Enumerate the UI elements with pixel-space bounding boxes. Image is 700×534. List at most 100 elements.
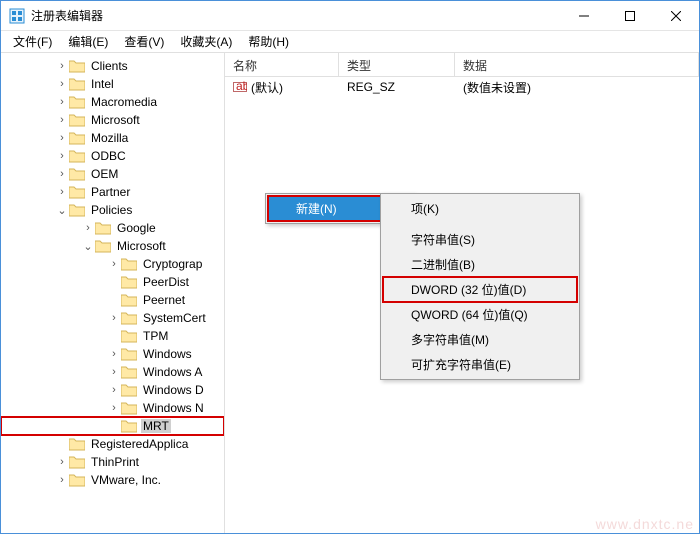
folder-icon <box>121 275 137 289</box>
menubar: 文件(F) 编辑(E) 查看(V) 收藏夹(A) 帮助(H) <box>1 31 699 53</box>
tree-pane[interactable]: ›Clients ›Intel ›Macromedia ›Microsoft ›… <box>1 53 225 533</box>
folder-icon <box>121 347 137 361</box>
expand-icon[interactable]: › <box>107 312 121 324</box>
expand-icon[interactable] <box>107 330 121 342</box>
menu-view[interactable]: 查看(V) <box>116 31 172 52</box>
folder-icon <box>121 419 137 433</box>
folder-icon <box>69 95 85 109</box>
expand-icon[interactable] <box>107 294 121 306</box>
folder-icon <box>121 383 137 397</box>
tree-item-registeredapplica[interactable]: RegisteredApplica <box>1 435 224 453</box>
value-type: REG_SZ <box>339 80 455 94</box>
tree-item-cryptograp[interactable]: ›Cryptograp <box>1 255 224 273</box>
expand-icon[interactable] <box>107 276 121 288</box>
menu-edit[interactable]: 编辑(E) <box>60 31 116 52</box>
svg-text:ab: ab <box>236 80 247 93</box>
tree-item-mozilla[interactable]: ›Mozilla <box>1 129 224 147</box>
expand-icon[interactable] <box>55 438 69 450</box>
folder-icon <box>69 473 85 487</box>
folder-icon <box>69 455 85 469</box>
tree-item-intel[interactable]: ›Intel <box>1 75 224 93</box>
tree-item-microsoft[interactable]: ›Microsoft <box>1 111 224 129</box>
folder-icon <box>69 149 85 163</box>
folder-icon <box>69 131 85 145</box>
list-row-default[interactable]: ab (默认) REG_SZ (数值未设置) <box>225 77 699 97</box>
maximize-button[interactable] <box>607 1 653 31</box>
list-pane[interactable]: 名称 类型 数据 ab (默认) REG_SZ (数值未设置) 新建(N) ▸ <box>225 53 699 533</box>
submenu-binary[interactable]: 二进制值(B) <box>383 252 577 277</box>
expand-icon[interactable]: › <box>107 348 121 360</box>
tree-item-clients[interactable]: ›Clients <box>1 57 224 75</box>
expand-icon[interactable]: › <box>55 60 69 72</box>
folder-icon <box>121 311 137 325</box>
folder-icon <box>69 59 85 73</box>
tree-item-tpm[interactable]: TPM <box>1 327 224 345</box>
expand-icon[interactable]: › <box>55 186 69 198</box>
folder-icon <box>69 77 85 91</box>
col-data[interactable]: 数据 <box>455 53 699 76</box>
tree-item-mrt[interactable]: MRT <box>1 417 224 435</box>
submenu-key[interactable]: 项(K) <box>383 196 577 221</box>
col-name[interactable]: 名称 <box>225 53 339 76</box>
close-button[interactable] <box>653 1 699 31</box>
expand-icon[interactable]: › <box>107 258 121 270</box>
tree-item-systemcert[interactable]: ›SystemCert <box>1 309 224 327</box>
context-submenu-new: 项(K) 字符串值(S) 二进制值(B) DWORD (32 位)值(D) QW… <box>380 193 580 380</box>
expand-icon[interactable]: › <box>55 114 69 126</box>
tree-item-windows-d[interactable]: ›Windows D <box>1 381 224 399</box>
folder-icon <box>121 365 137 379</box>
expand-icon[interactable]: › <box>55 96 69 108</box>
tree-item-vmware[interactable]: ›VMware, Inc. <box>1 471 224 489</box>
expand-icon[interactable]: › <box>55 132 69 144</box>
submenu-dword[interactable]: DWORD (32 位)值(D) <box>383 277 577 302</box>
submenu-string[interactable]: 字符串值(S) <box>383 227 577 252</box>
tree-item-windows[interactable]: ›Windows <box>1 345 224 363</box>
titlebar[interactable]: 注册表编辑器 <box>1 1 699 31</box>
menu-label: 新建(N) <box>296 202 337 216</box>
body: ›Clients ›Intel ›Macromedia ›Microsoft ›… <box>1 53 699 533</box>
folder-icon <box>69 113 85 127</box>
col-type[interactable]: 类型 <box>339 53 455 76</box>
folder-icon <box>69 185 85 199</box>
tree-item-partner[interactable]: ›Partner <box>1 183 224 201</box>
tree-item-windows-n[interactable]: ›Windows N <box>1 399 224 417</box>
folder-icon <box>95 221 111 235</box>
minimize-button[interactable] <box>561 1 607 31</box>
menu-help[interactable]: 帮助(H) <box>240 31 297 52</box>
folder-icon <box>95 239 111 253</box>
folder-icon <box>69 437 85 451</box>
folder-icon <box>121 401 137 415</box>
submenu-expandstring[interactable]: 可扩充字符串值(E) <box>383 352 577 377</box>
value-name: (默认) <box>251 79 283 96</box>
folder-icon <box>121 293 137 307</box>
submenu-multistring[interactable]: 多字符串值(M) <box>383 327 577 352</box>
expand-icon[interactable]: › <box>55 456 69 468</box>
window-title: 注册表编辑器 <box>31 7 561 24</box>
tree-item-windows-a[interactable]: ›Windows A <box>1 363 224 381</box>
tree-item-peernet[interactable]: Peernet <box>1 291 224 309</box>
value-data: (数值未设置) <box>455 79 699 96</box>
expand-icon[interactable]: › <box>107 366 121 378</box>
expand-icon[interactable] <box>107 420 121 432</box>
tree-item-peerdist[interactable]: PeerDist <box>1 273 224 291</box>
menu-favorites[interactable]: 收藏夹(A) <box>172 31 240 52</box>
expand-icon[interactable]: › <box>55 474 69 486</box>
expand-icon[interactable]: › <box>107 402 121 414</box>
expand-icon[interactable]: › <box>81 222 95 234</box>
tree-item-macromedia[interactable]: ›Macromedia <box>1 93 224 111</box>
menu-file[interactable]: 文件(F) <box>5 31 60 52</box>
submenu-qword[interactable]: QWORD (64 位)值(Q) <box>383 302 577 327</box>
tree-item-google[interactable]: ›Google <box>1 219 224 237</box>
tree-item-policies[interactable]: ⌄Policies <box>1 201 224 219</box>
expand-icon[interactable]: › <box>107 384 121 396</box>
expand-icon[interactable]: › <box>55 168 69 180</box>
tree-item-oem[interactable]: ›OEM <box>1 165 224 183</box>
tree-item-policies-microsoft[interactable]: ⌄Microsoft <box>1 237 224 255</box>
tree-item-thinprint[interactable]: ›ThinPrint <box>1 453 224 471</box>
regedit-window: 注册表编辑器 文件(F) 编辑(E) 查看(V) 收藏夹(A) 帮助(H) ›C… <box>0 0 700 534</box>
collapse-icon[interactable]: ⌄ <box>81 240 95 253</box>
expand-icon[interactable]: › <box>55 150 69 162</box>
collapse-icon[interactable]: ⌄ <box>55 204 69 217</box>
expand-icon[interactable]: › <box>55 78 69 90</box>
tree-item-odbc[interactable]: ›ODBC <box>1 147 224 165</box>
